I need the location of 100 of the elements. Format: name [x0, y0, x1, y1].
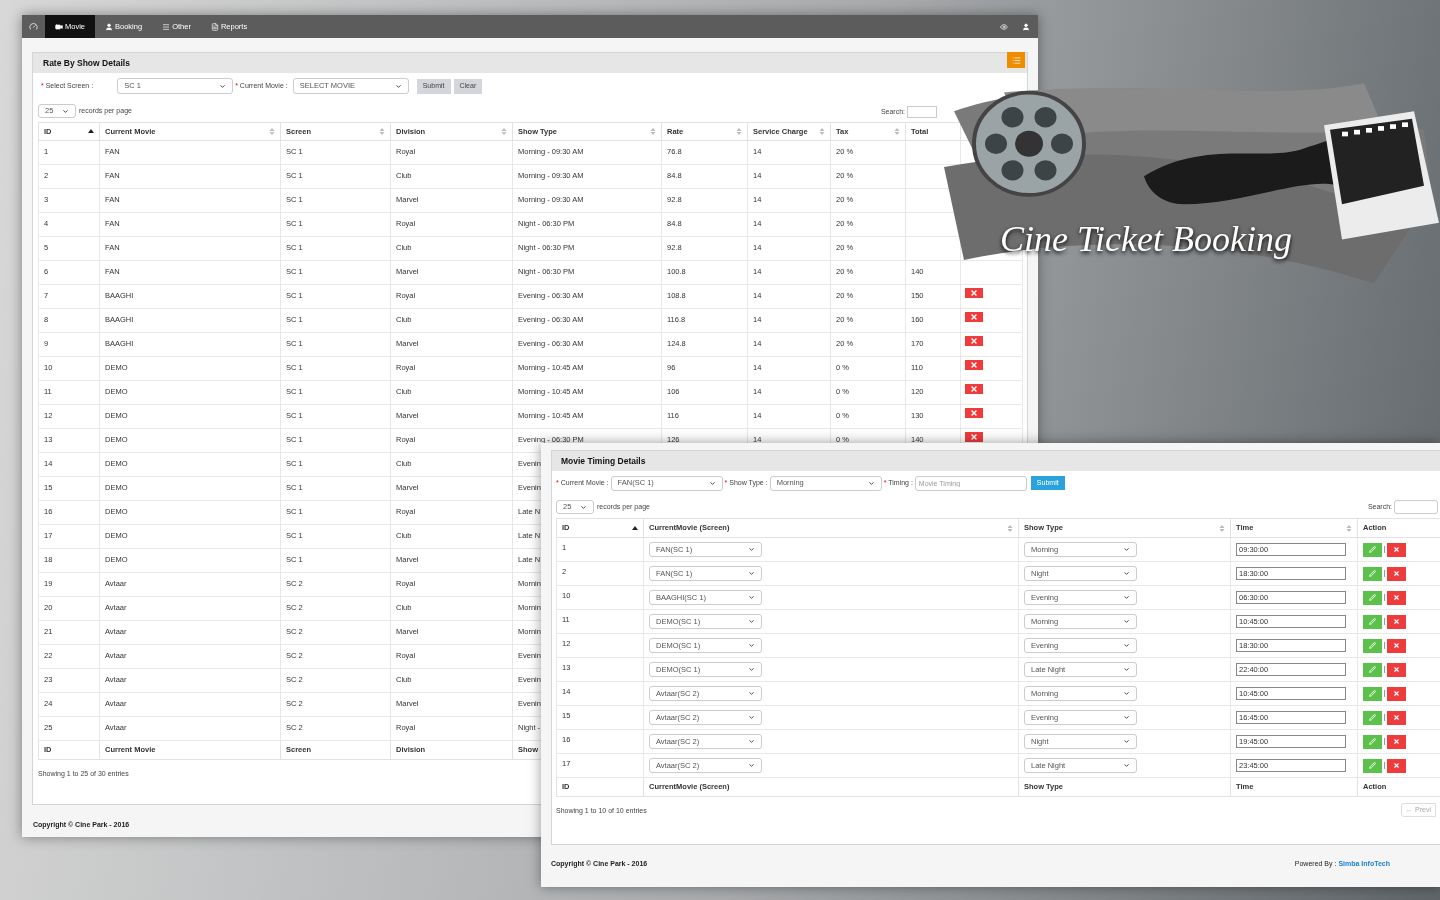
chevron-icon [748, 618, 755, 625]
close-icon [970, 337, 978, 345]
chevron-icon [708, 479, 716, 487]
edit-button[interactable] [1363, 686, 1382, 701]
edit-button[interactable] [1363, 566, 1382, 581]
close-icon [1393, 690, 1400, 697]
edit-button[interactable] [1363, 710, 1382, 725]
dashboard-icon[interactable] [29, 22, 38, 31]
chevron-icon [748, 738, 755, 745]
sort-ascending-icon[interactable] [88, 128, 94, 135]
close-icon [1393, 618, 1400, 625]
edit-button[interactable] [1363, 734, 1382, 749]
delete-button[interactable] [1387, 662, 1406, 677]
sort-icon[interactable] [1346, 524, 1352, 532]
edit-icon [1369, 546, 1376, 553]
edit-icon [1369, 666, 1376, 673]
chevron-icon [1123, 738, 1130, 745]
chevron-icon [1123, 618, 1130, 625]
chevron-icon [1123, 546, 1130, 553]
close-icon [1393, 738, 1400, 745]
delete-button[interactable] [965, 312, 983, 322]
chevron-icon [1123, 642, 1130, 649]
chevron-icon [748, 594, 755, 601]
list-toggle-button[interactable] [1007, 52, 1025, 68]
chevron-icon [1123, 714, 1130, 721]
list-icon [1011, 55, 1021, 65]
delete-button[interactable] [1387, 710, 1406, 725]
close-icon [1393, 666, 1400, 673]
menu-item-icon [210, 22, 219, 31]
chevron-icon [748, 714, 755, 721]
chevron-icon [748, 690, 755, 697]
delete-button[interactable] [1387, 590, 1406, 605]
chevron-icon [867, 479, 875, 487]
delete-button[interactable] [965, 408, 983, 418]
sort-icon[interactable] [269, 128, 275, 135]
close-icon [1393, 546, 1400, 553]
close-icon [1393, 714, 1400, 721]
edit-icon [1369, 618, 1376, 625]
chevron-icon [580, 503, 587, 511]
sort-icon[interactable] [1219, 524, 1225, 532]
delete-button[interactable] [965, 288, 983, 298]
panel-title: Rate By Show Details [43, 56, 130, 70]
edit-button[interactable] [1363, 614, 1382, 629]
edit-button[interactable] [1363, 542, 1382, 557]
search-field[interactable] [907, 106, 937, 118]
close-icon [1393, 642, 1400, 649]
edit-icon [1369, 570, 1376, 577]
delete-button[interactable] [1387, 758, 1406, 773]
delete-button[interactable] [1387, 734, 1406, 749]
edit-icon [1369, 738, 1376, 745]
sort-icon[interactable] [819, 128, 825, 135]
delete-button[interactable] [1387, 686, 1406, 701]
chevron-icon [748, 570, 755, 577]
close-icon [1393, 762, 1400, 769]
delete-button[interactable] [965, 432, 983, 442]
chevron-icon [1123, 570, 1130, 577]
logo-title: Cine Ticket Booking [1000, 218, 1292, 261]
delete-button[interactable] [965, 360, 983, 370]
delete-button[interactable] [965, 336, 983, 346]
sort-icon[interactable] [501, 128, 507, 135]
edit-button[interactable] [1363, 662, 1382, 677]
sort-icon[interactable] [379, 128, 385, 135]
user-icon[interactable] [1022, 22, 1030, 31]
close-icon [970, 433, 978, 441]
delete-button[interactable] [1387, 542, 1406, 557]
close-icon [970, 313, 978, 321]
sort-icon[interactable] [736, 128, 742, 135]
close-icon [970, 385, 978, 393]
chevron-icon [1123, 666, 1130, 673]
menu-item-icon [162, 22, 171, 31]
sort-icon[interactable] [1007, 524, 1013, 532]
edit-icon [1369, 762, 1376, 769]
delete-button[interactable] [1387, 638, 1406, 653]
chevron-icon [748, 642, 755, 649]
sort-icon[interactable] [650, 128, 656, 135]
sort-ascending-icon[interactable] [632, 524, 638, 532]
search-field[interactable] [1394, 500, 1438, 514]
delete-button[interactable] [965, 384, 983, 394]
sort-icon[interactable] [894, 128, 900, 135]
menu-item-icon [55, 22, 63, 31]
eye-icon[interactable] [1000, 22, 1008, 31]
edit-icon [1369, 642, 1376, 649]
chevron-icon [62, 107, 69, 115]
close-icon [1393, 570, 1400, 577]
chevron-icon [1123, 690, 1130, 697]
close-icon [1393, 594, 1400, 601]
edit-icon [1369, 714, 1376, 721]
edit-button[interactable] [1363, 758, 1382, 773]
delete-button[interactable] [1387, 566, 1406, 581]
close-icon [970, 361, 978, 369]
delete-button[interactable] [1387, 614, 1406, 629]
edit-icon [1369, 690, 1376, 697]
chevron-icon [748, 666, 755, 673]
edit-button[interactable] [1363, 590, 1382, 605]
close-icon [970, 289, 978, 297]
chevron-icon [394, 82, 402, 90]
chevron-icon [1123, 762, 1130, 769]
panel-title: Movie Timing Details [561, 454, 646, 468]
edit-icon [1369, 594, 1376, 601]
edit-button[interactable] [1363, 638, 1382, 653]
